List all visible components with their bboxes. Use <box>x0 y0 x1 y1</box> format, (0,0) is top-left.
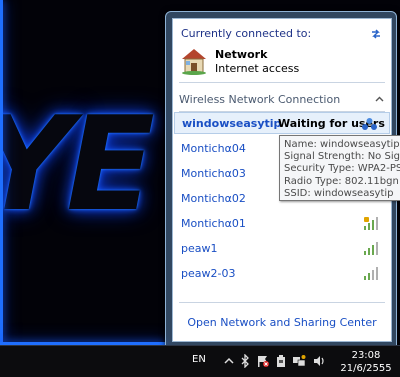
system-clock[interactable]: 23:08 21/6/2555 <box>337 349 395 375</box>
tooltip-radio-line: Radio Type: 802.11bgn <box>284 175 399 187</box>
network-item-montichα01[interactable]: Montichα01 <box>174 212 390 234</box>
tooltip-name-line: Name: windowseasytip <box>284 139 400 150</box>
network-name: Montichα04 <box>181 142 246 155</box>
network-name: peaw2-03 <box>181 267 236 280</box>
taskbar: EN 23:08 21/6/2555 <box>0 345 400 377</box>
action-center-flag-icon[interactable] <box>256 354 270 368</box>
volume-icon[interactable] <box>312 354 326 368</box>
clock-time: 23:08 <box>351 350 381 361</box>
wallpaper-glow-line <box>0 0 3 345</box>
signal-bars-icon <box>364 267 378 280</box>
network-name: peaw1 <box>181 242 218 255</box>
network-item-peaw2-03[interactable]: peaw2-03 <box>174 262 390 284</box>
signal-bars-secured-icon <box>364 217 378 230</box>
wireless-section-title[interactable]: Wireless Network Connection <box>179 93 340 106</box>
network-name: Montichα01 <box>181 217 246 230</box>
network-tooltip: Name: windowseasytip Signal Strength: No… <box>279 135 400 201</box>
connected-network-status: Internet access <box>215 62 300 75</box>
connecting-icon <box>362 118 377 130</box>
network-item-peaw1[interactable]: peaw1 <box>174 237 390 259</box>
chevron-up-icon[interactable] <box>375 95 384 104</box>
signal-bars-icon <box>364 242 378 255</box>
connected-network-name: Network <box>215 48 268 61</box>
bluetooth-icon[interactable] <box>238 354 252 368</box>
refresh-icon[interactable] <box>369 27 383 41</box>
network-icon[interactable] <box>292 354 306 368</box>
network-house-icon <box>182 49 206 75</box>
divider <box>179 302 385 303</box>
network-name: windowseasytip <box>182 117 282 130</box>
tooltip-signal-line: Signal Strength: No Signal <box>284 151 400 163</box>
network-item-windowseasytip[interactable]: windowseasytip Waiting for users <box>174 112 390 134</box>
network-name: Montichα03 <box>181 167 246 180</box>
tooltip-ssid-line: SSID: windowseasytip <box>284 187 394 199</box>
network-name: Montichα02 <box>181 192 246 205</box>
removable-device-icon[interactable] <box>274 354 288 368</box>
open-network-sharing-center-link[interactable]: Open Network and Sharing Center <box>173 316 391 329</box>
tooltip-security-line: Security Type: WPA2-PSK <box>284 163 400 175</box>
language-indicator[interactable]: EN <box>192 354 206 365</box>
clock-date: 21/6/2555 <box>340 363 392 374</box>
show-hidden-icons-icon[interactable] <box>222 354 236 368</box>
wallpaper-text: YE <box>0 88 155 240</box>
connected-title: Currently connected to: <box>181 27 312 40</box>
divider <box>179 82 385 83</box>
